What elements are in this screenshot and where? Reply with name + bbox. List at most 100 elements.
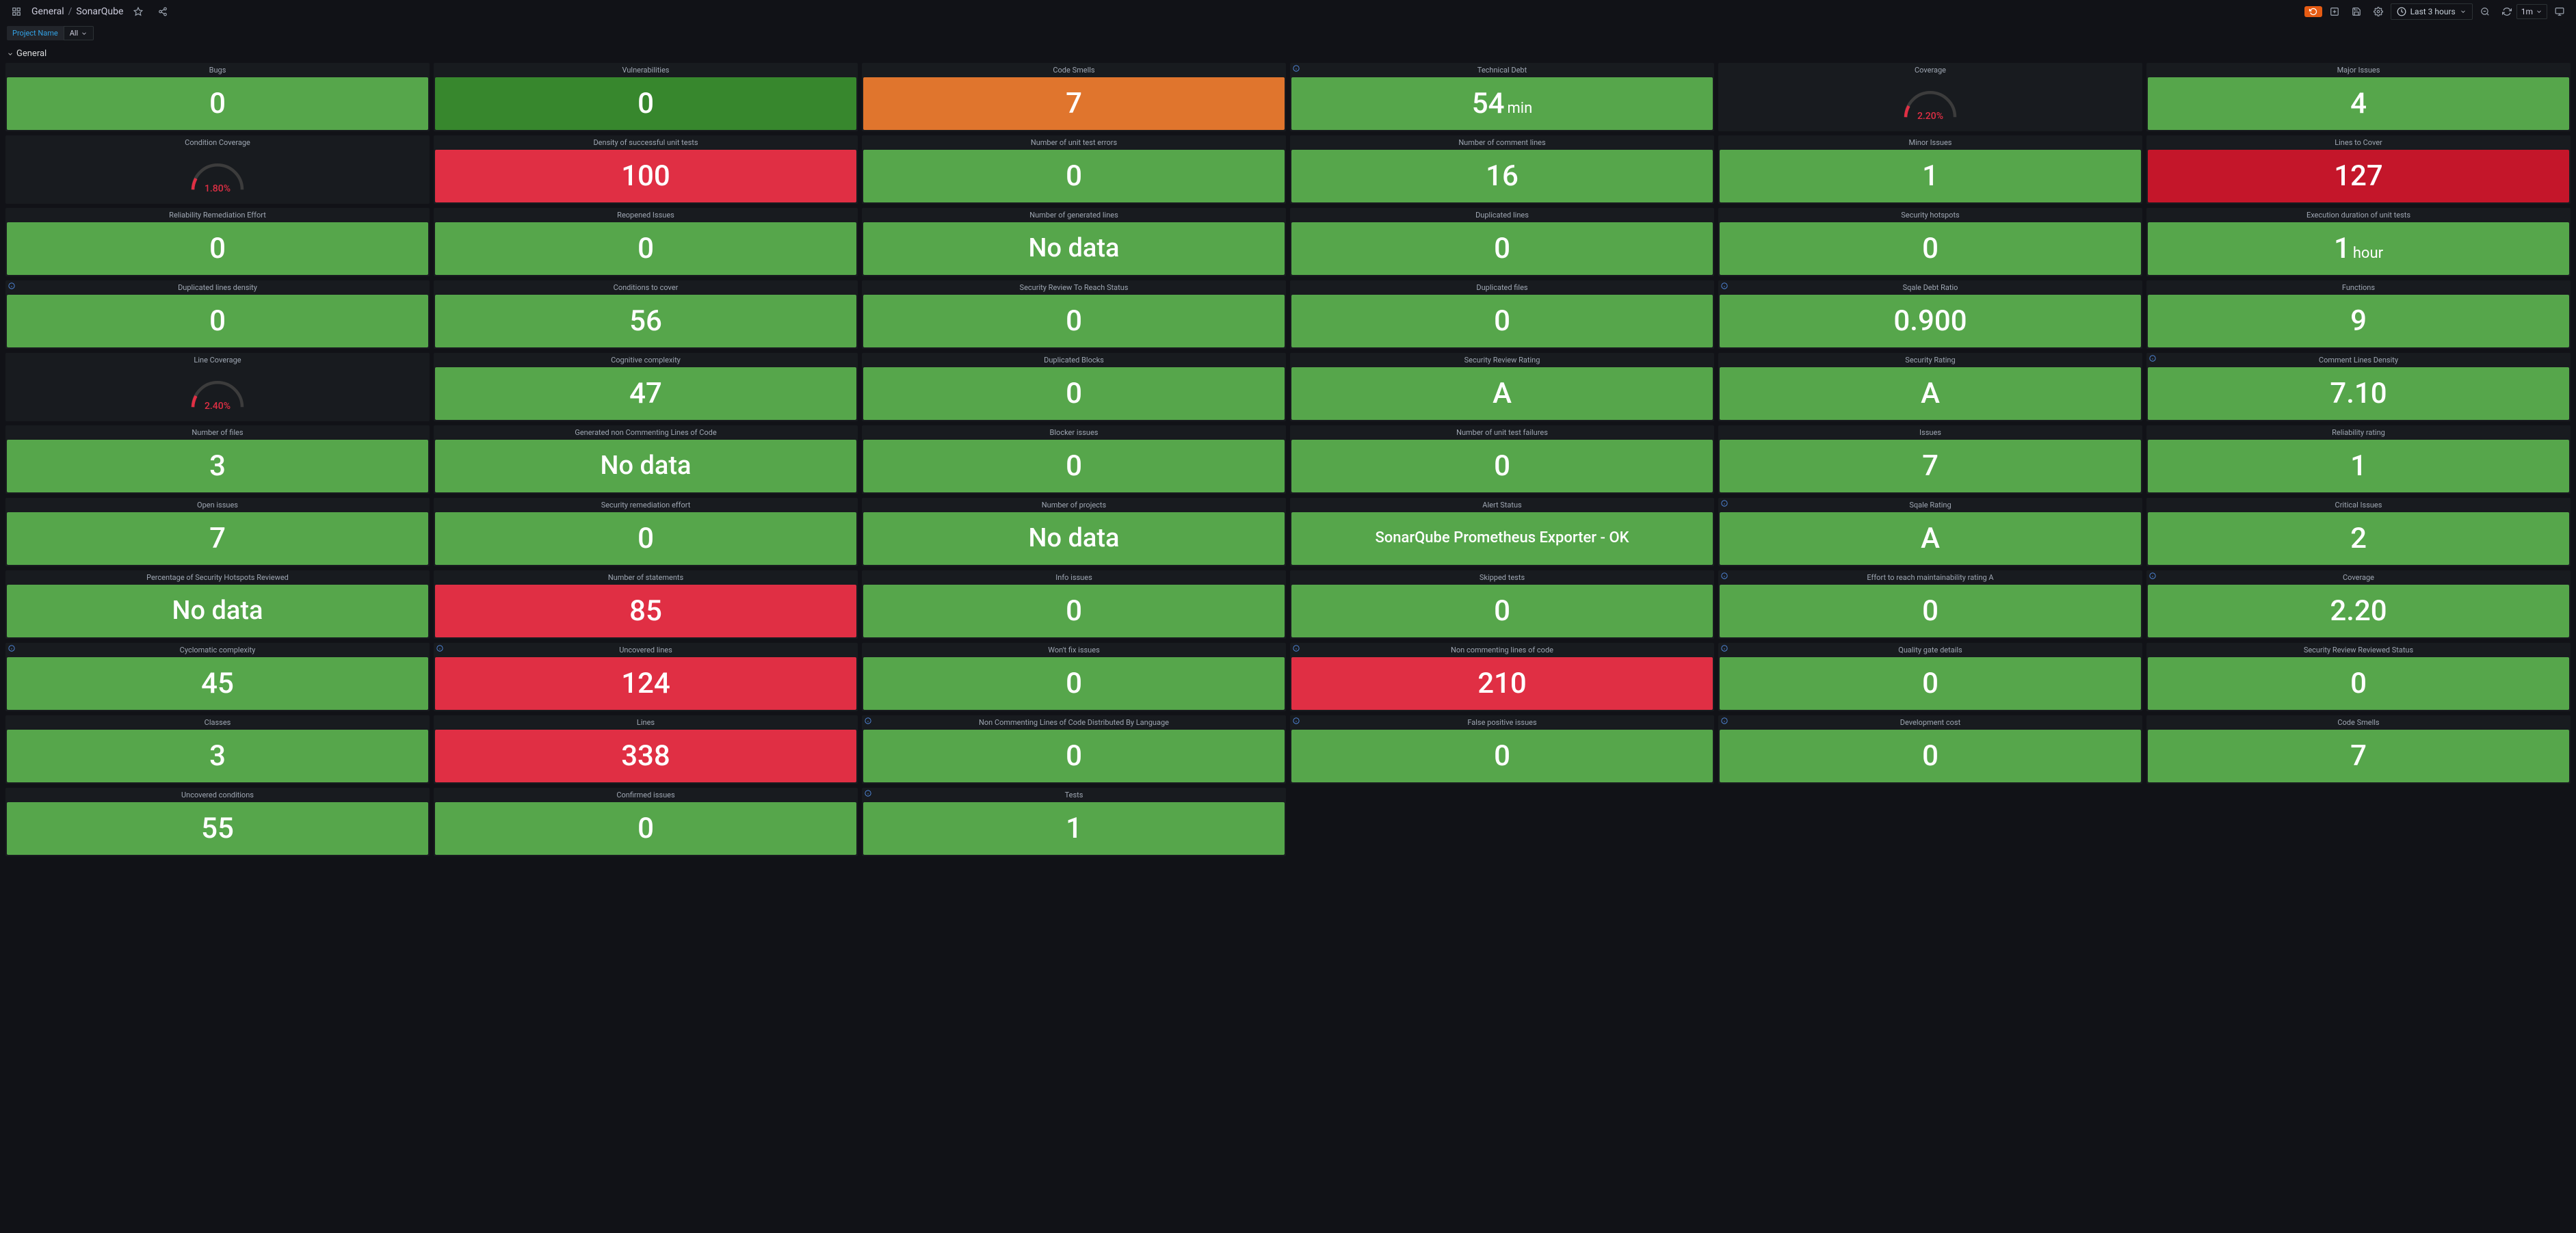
stat-panel[interactable]: Cognitive complexity 47 <box>434 353 858 421</box>
info-icon[interactable] <box>1721 572 1728 579</box>
stat-panel[interactable]: Sqale Debt Ratio 0.900 <box>1718 280 2142 349</box>
stat-panel[interactable]: Line Coverage 2.40% <box>5 353 430 421</box>
settings-icon[interactable] <box>2369 3 2388 20</box>
stat-panel[interactable]: False positive issues 0 <box>1290 715 1714 784</box>
stat-body: 0 <box>7 77 428 130</box>
stat-panel[interactable]: Reopened Issues 0 <box>434 208 858 276</box>
stat-panel[interactable]: Development cost 0 <box>1718 715 2142 784</box>
stat-panel[interactable]: Sqale Rating A <box>1718 498 2142 566</box>
breadcrumb-root[interactable]: General <box>31 6 64 17</box>
panel-title: Cognitive complexity <box>434 353 858 366</box>
info-icon[interactable] <box>1721 645 1728 652</box>
stat-panel[interactable]: Duplicated Blocks 0 <box>862 353 1286 421</box>
stat-panel[interactable]: Lines 338 <box>434 715 858 784</box>
stat-panel[interactable]: Confirmed issues 0 <box>434 788 858 856</box>
stat-panel[interactable]: Cyclomatic complexity 45 <box>5 643 430 711</box>
stat-value: 7 <box>2350 742 2367 771</box>
stat-panel[interactable]: Coverage 2.20 <box>2146 570 2571 639</box>
stat-panel[interactable]: Technical Debt 54min <box>1290 63 1714 131</box>
stat-panel[interactable]: Major Issues 4 <box>2146 63 2571 131</box>
refresh-icon[interactable] <box>2497 3 2516 20</box>
stat-panel[interactable]: Security Review Rating A <box>1290 353 1714 421</box>
stat-body: No data <box>435 440 856 492</box>
stat-body: 3 <box>7 730 428 782</box>
info-icon[interactable] <box>1293 645 1300 652</box>
stat-panel[interactable]: Alert Status SonarQube Prometheus Export… <box>1290 498 1714 566</box>
stat-panel[interactable]: Duplicated lines density 0 <box>5 280 430 349</box>
share-icon[interactable] <box>153 3 172 20</box>
info-icon[interactable] <box>1721 500 1728 507</box>
stat-panel[interactable]: Number of projects No data <box>862 498 1286 566</box>
stat-body: 1 <box>2148 440 2569 492</box>
stat-panel[interactable]: Number of statements 85 <box>434 570 858 639</box>
info-icon[interactable] <box>1721 717 1728 724</box>
info-icon[interactable] <box>1293 717 1300 724</box>
stat-panel[interactable]: Duplicated files 0 <box>1290 280 1714 349</box>
stat-panel[interactable]: Number of unit test errors 0 <box>862 135 1286 204</box>
stat-panel[interactable]: Execution duration of unit tests 1hour <box>2146 208 2571 276</box>
stat-panel[interactable]: Skipped tests 0 <box>1290 570 1714 639</box>
stat-panel[interactable]: Tests 1 <box>862 788 1286 856</box>
stat-panel[interactable]: Security Rating A <box>1718 353 2142 421</box>
cycle-view-badge[interactable] <box>2304 6 2322 17</box>
stat-value: 0 <box>209 235 226 263</box>
stat-panel[interactable]: Minor Issues 1 <box>1718 135 2142 204</box>
stat-panel[interactable]: Non commenting lines of code 210 <box>1290 643 1714 711</box>
stat-panel[interactable]: Open issues 7 <box>5 498 430 566</box>
stat-panel[interactable]: Generated non Commenting Lines of Code N… <box>434 425 858 494</box>
stat-panel[interactable]: Density of successful unit tests 100 <box>434 135 858 204</box>
stat-panel[interactable]: Won't fix issues 0 <box>862 643 1286 711</box>
stat-panel[interactable]: Issues 7 <box>1718 425 2142 494</box>
info-icon[interactable] <box>8 282 15 289</box>
save-icon[interactable] <box>2347 3 2366 20</box>
row-header[interactable]: General <box>0 46 2576 60</box>
stat-panel[interactable]: Security Review To Reach Status 0 <box>862 280 1286 349</box>
stat-panel[interactable]: Quality gate details 0 <box>1718 643 2142 711</box>
dashboard-grid-icon[interactable] <box>7 3 26 20</box>
info-icon[interactable] <box>865 717 871 724</box>
stat-panel[interactable]: Bugs 0 <box>5 63 430 131</box>
add-panel-icon[interactable] <box>2325 3 2344 20</box>
stat-panel[interactable]: Code Smells 7 <box>2146 715 2571 784</box>
stat-panel[interactable]: Critical Issues 2 <box>2146 498 2571 566</box>
stat-panel[interactable]: Reliability Remediation Effort 0 <box>5 208 430 276</box>
time-range-picker[interactable]: Last 3 hours <box>2391 3 2473 20</box>
stat-panel[interactable]: Percentage of Security Hotspots Reviewed… <box>5 570 430 639</box>
stat-panel[interactable]: Blocker issues 0 <box>862 425 1286 494</box>
stat-panel[interactable]: Functions 9 <box>2146 280 2571 349</box>
zoom-out-icon[interactable] <box>2475 3 2495 20</box>
stat-panel[interactable]: Info issues 0 <box>862 570 1286 639</box>
info-icon[interactable] <box>865 790 871 797</box>
stat-panel[interactable]: Number of unit test failures 0 <box>1290 425 1714 494</box>
info-icon[interactable] <box>2149 355 2156 362</box>
stat-panel[interactable]: Comment Lines Density 7.10 <box>2146 353 2571 421</box>
stat-panel[interactable]: Duplicated lines 0 <box>1290 208 1714 276</box>
stat-panel[interactable]: Security hotspots 0 <box>1718 208 2142 276</box>
stat-panel[interactable]: Effort to reach maintainability rating A… <box>1718 570 2142 639</box>
refresh-interval-picker[interactable]: 1m <box>2516 4 2547 19</box>
stat-panel[interactable]: Non Commenting Lines of Code Distributed… <box>862 715 1286 784</box>
tv-mode-icon[interactable] <box>2550 3 2569 20</box>
stat-panel[interactable]: Reliability rating 1 <box>2146 425 2571 494</box>
info-icon[interactable] <box>436 645 443 652</box>
stat-panel[interactable]: Security remediation effort 0 <box>434 498 858 566</box>
stat-panel[interactable]: Uncovered conditions 55 <box>5 788 430 856</box>
variable-value-dropdown[interactable]: All <box>64 26 94 40</box>
stat-panel[interactable]: Number of files 3 <box>5 425 430 494</box>
stat-panel[interactable]: Uncovered lines 124 <box>434 643 858 711</box>
star-icon[interactable] <box>129 3 148 20</box>
stat-panel[interactable]: Lines to Cover 127 <box>2146 135 2571 204</box>
stat-panel[interactable]: Security Review Reviewed Status 0 <box>2146 643 2571 711</box>
stat-panel[interactable]: Code Smells 7 <box>862 63 1286 131</box>
stat-panel[interactable]: Vulnerabilities 0 <box>434 63 858 131</box>
stat-panel[interactable]: Coverage 2.20% <box>1718 63 2142 131</box>
stat-panel[interactable]: Classes 3 <box>5 715 430 784</box>
stat-panel[interactable]: Conditions to cover 56 <box>434 280 858 349</box>
stat-panel[interactable]: Condition Coverage 1.80% <box>5 135 430 204</box>
info-icon[interactable] <box>1293 65 1300 72</box>
stat-panel[interactable]: Number of generated lines No data <box>862 208 1286 276</box>
info-icon[interactable] <box>1721 282 1728 289</box>
stat-panel[interactable]: Number of comment lines 16 <box>1290 135 1714 204</box>
info-icon[interactable] <box>8 645 15 652</box>
info-icon[interactable] <box>2149 572 2156 579</box>
